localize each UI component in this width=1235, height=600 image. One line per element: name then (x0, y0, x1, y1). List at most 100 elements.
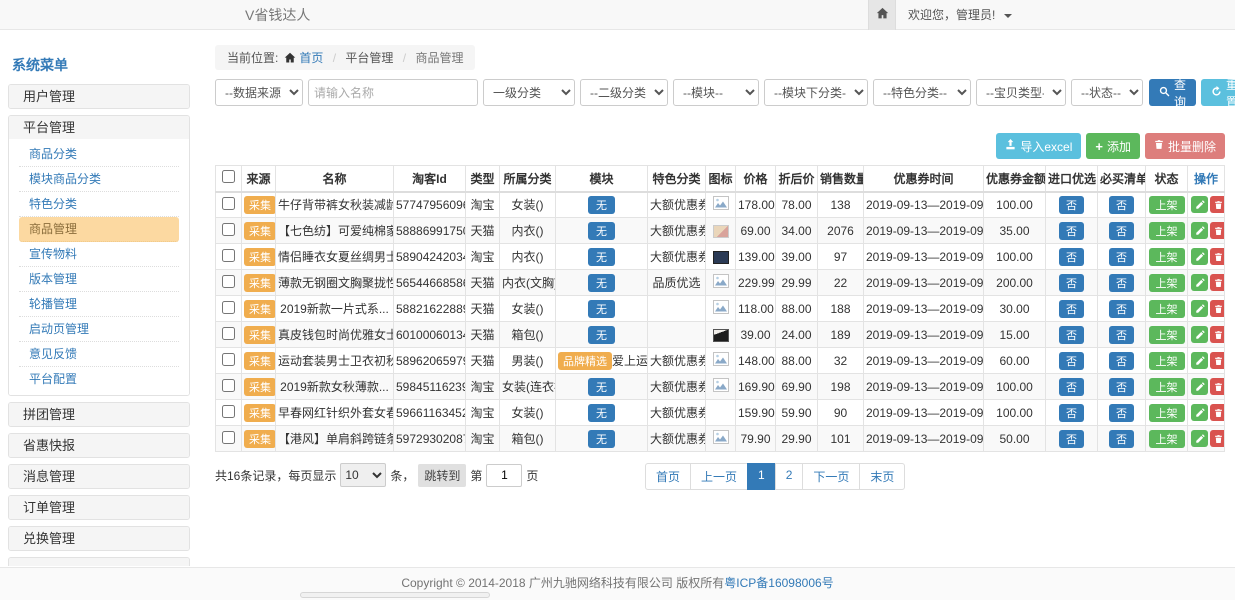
import-toggle-button[interactable]: 否 (1059, 300, 1084, 318)
must-buy-toggle-button[interactable]: 否 (1109, 326, 1134, 344)
delete-button[interactable] (1210, 430, 1225, 447)
delete-button[interactable] (1210, 378, 1225, 395)
status-button[interactable]: 上架 (1149, 274, 1185, 292)
search-button[interactable]: 查询 (1149, 79, 1196, 106)
home-button[interactable] (868, 0, 896, 30)
must-buy-toggle-button[interactable]: 否 (1109, 222, 1134, 240)
import-toggle-button[interactable]: 否 (1059, 352, 1084, 370)
edit-button[interactable] (1191, 378, 1208, 395)
name-search-input[interactable] (308, 79, 478, 106)
delete-button[interactable] (1210, 326, 1225, 343)
must-buy-toggle-button[interactable]: 否 (1109, 430, 1134, 448)
row-checkbox[interactable] (222, 197, 235, 210)
delete-button[interactable] (1210, 404, 1225, 421)
user-menu[interactable]: 欢迎您，管理员! (908, 0, 1012, 30)
delete-button[interactable] (1210, 248, 1225, 265)
batch-delete-button[interactable]: 批量删除 (1145, 133, 1225, 159)
edit-button[interactable] (1191, 274, 1208, 291)
jump-button[interactable]: 跳转到 (418, 464, 466, 487)
filter-select[interactable]: --模块下分类-- (764, 79, 868, 106)
sidebar-item[interactable]: 商品管理 (19, 217, 179, 242)
page-button[interactable]: 1 (747, 463, 776, 490)
delete-button[interactable] (1210, 222, 1225, 239)
icp-link[interactable]: 粤ICP备16098006号 (724, 576, 833, 590)
sidebar-item[interactable]: 版本管理 (19, 267, 179, 292)
import-excel-button[interactable]: 导入excel (996, 133, 1081, 159)
breadcrumb-home-link[interactable]: 首页 (299, 51, 323, 65)
must-buy-toggle-button[interactable]: 否 (1109, 196, 1134, 214)
delete-button[interactable] (1210, 196, 1225, 213)
import-toggle-button[interactable]: 否 (1059, 274, 1084, 292)
row-checkbox[interactable] (222, 249, 235, 262)
edit-button[interactable] (1191, 326, 1208, 343)
delete-button[interactable] (1210, 300, 1225, 317)
filter-select[interactable]: 一级分类 (483, 79, 575, 106)
edit-button[interactable] (1191, 248, 1208, 265)
status-button[interactable]: 上架 (1149, 352, 1185, 370)
import-toggle-button[interactable]: 否 (1059, 378, 1084, 396)
page-button[interactable]: 末页 (859, 463, 905, 490)
row-checkbox[interactable] (222, 275, 235, 288)
sidebar-item[interactable]: 平台配置 (19, 367, 179, 392)
status-button[interactable]: 上架 (1149, 430, 1185, 448)
page-button[interactable]: 下一页 (802, 463, 860, 490)
must-buy-toggle-button[interactable]: 否 (1109, 248, 1134, 266)
filter-select[interactable]: --状态-- (1071, 79, 1143, 106)
per-page-select[interactable]: 10 (340, 463, 386, 487)
status-button[interactable]: 上架 (1149, 196, 1185, 214)
sidebar-group-header[interactable]: 订单管理 (9, 496, 189, 519)
filter-select[interactable]: --二级分类-- (580, 79, 668, 106)
row-checkbox[interactable] (222, 353, 235, 366)
delete-button[interactable] (1210, 274, 1225, 291)
sidebar-item[interactable]: 意见反馈 (19, 342, 179, 367)
delete-button[interactable] (1210, 352, 1225, 369)
status-button[interactable]: 上架 (1149, 404, 1185, 422)
edit-button[interactable] (1191, 222, 1208, 239)
status-button[interactable]: 上架 (1149, 222, 1185, 240)
status-button[interactable]: 上架 (1149, 300, 1185, 318)
import-toggle-button[interactable]: 否 (1059, 222, 1084, 240)
must-buy-toggle-button[interactable]: 否 (1109, 300, 1134, 318)
must-buy-toggle-button[interactable]: 否 (1109, 274, 1134, 292)
sidebar-group-header[interactable]: 消息管理 (9, 465, 189, 488)
page-jump-input[interactable] (486, 464, 522, 487)
edit-button[interactable] (1191, 352, 1208, 369)
status-button[interactable]: 上架 (1149, 378, 1185, 396)
sidebar-item[interactable]: 启动页管理 (19, 317, 179, 342)
import-toggle-button[interactable]: 否 (1059, 326, 1084, 344)
page-button[interactable]: 首页 (645, 463, 691, 490)
sidebar-group-header[interactable]: 省惠快报 (9, 434, 189, 457)
page-button[interactable]: 上一页 (690, 463, 748, 490)
edit-button[interactable] (1191, 430, 1208, 447)
sidebar-item[interactable]: 商品分类 (19, 142, 179, 167)
sidebar-item[interactable]: 轮播管理 (19, 292, 179, 317)
page-button[interactable]: 2 (775, 463, 804, 490)
sidebar-group-header[interactable]: 拼团管理 (9, 403, 189, 426)
filter-select[interactable]: --模块-- (673, 79, 759, 106)
edit-button[interactable] (1191, 300, 1208, 317)
sidebar-group-header[interactable] (9, 558, 189, 566)
sidebar-item[interactable]: 模块商品分类 (19, 167, 179, 192)
filter-select[interactable]: --数据来源-- (215, 79, 303, 106)
horizontal-scrollbar[interactable] (300, 592, 490, 598)
must-buy-toggle-button[interactable]: 否 (1109, 378, 1134, 396)
sidebar-item[interactable]: 宣传物料 (19, 242, 179, 267)
status-button[interactable]: 上架 (1149, 326, 1185, 344)
filter-select[interactable]: --特色分类-- (873, 79, 971, 106)
filter-select[interactable]: --宝贝类型-- (976, 79, 1066, 106)
reset-button[interactable]: 重置 (1201, 79, 1235, 106)
import-toggle-button[interactable]: 否 (1059, 404, 1084, 422)
add-button[interactable]: 添加 (1086, 133, 1140, 159)
row-checkbox[interactable] (222, 301, 235, 314)
row-checkbox[interactable] (222, 327, 235, 340)
must-buy-toggle-button[interactable]: 否 (1109, 352, 1134, 370)
must-buy-toggle-button[interactable]: 否 (1109, 404, 1134, 422)
sidebar-group-header[interactable]: 兑换管理 (9, 527, 189, 550)
sidebar-group-header[interactable]: 用户管理 (9, 85, 189, 108)
status-button[interactable]: 上架 (1149, 248, 1185, 266)
row-checkbox[interactable] (222, 431, 235, 444)
row-checkbox[interactable] (222, 223, 235, 236)
edit-button[interactable] (1191, 196, 1208, 213)
import-toggle-button[interactable]: 否 (1059, 248, 1084, 266)
row-checkbox[interactable] (222, 379, 235, 392)
